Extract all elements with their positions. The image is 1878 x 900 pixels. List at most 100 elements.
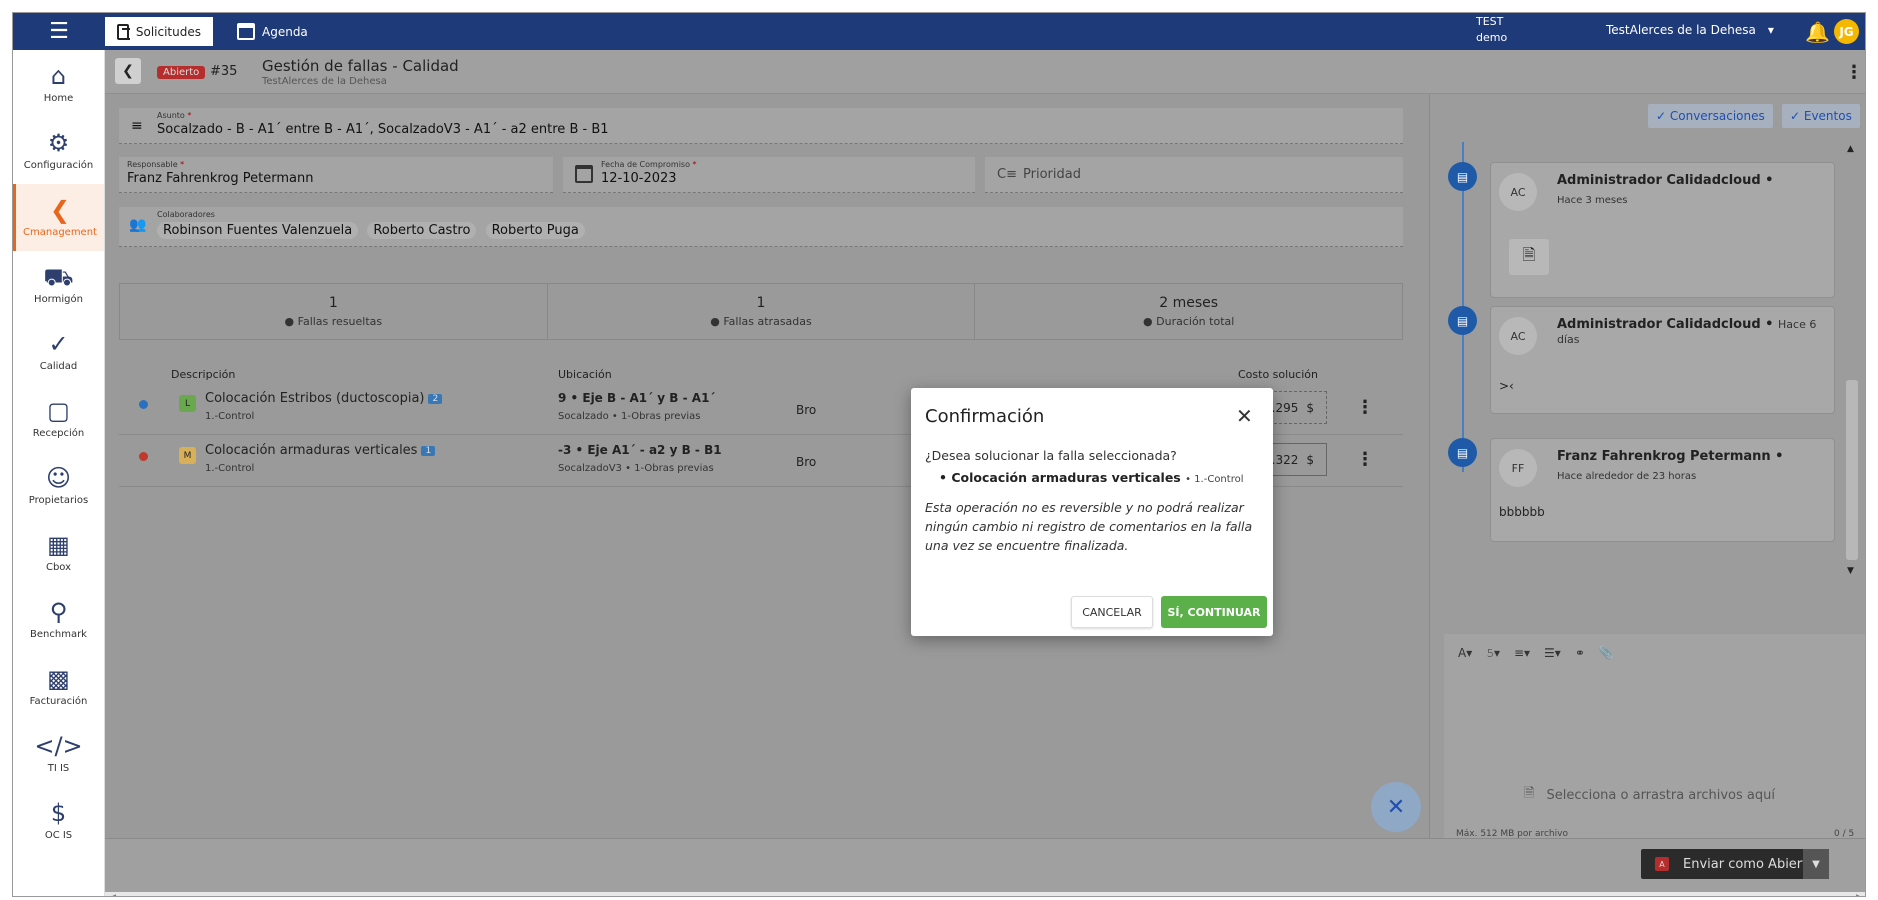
scroll-right-icon[interactable]: ▶ (1856, 893, 1863, 896)
close-fab-button[interactable]: ✕ (1371, 782, 1421, 832)
asunto-field[interactable]: ≡ Asunto * Socalzado - B - A1´ entre B -… (119, 108, 1403, 144)
cancel-button[interactable]: CANCELAR (1071, 596, 1153, 628)
panel-scrollbar[interactable]: ▲ ▼ (1844, 142, 1860, 582)
author-name: Administrador Calidadcloud (1557, 317, 1761, 332)
comment-count: 2 (428, 393, 443, 404)
colaboradores-chips: Robinson Fuentes Valenzuela Roberto Cast… (157, 222, 590, 239)
attach-icon[interactable]: 📎 (1599, 646, 1614, 661)
link-icon[interactable]: ⚭ (1575, 646, 1585, 661)
sidebar-item-propietarios[interactable]: ☺ Propietarios (13, 452, 104, 519)
sidebar-item-calidad[interactable]: ✓ Calidad (13, 318, 104, 385)
priority-badge: M (179, 447, 196, 464)
sidebar-item-hormig-n[interactable]: ⛟ Hormigón (13, 251, 104, 318)
sidebar-item-benchmark[interactable]: ⚲ Benchmark (13, 586, 104, 653)
author-name: Administrador Calidadcloud (1557, 173, 1761, 188)
sidebar-item-label: Home (43, 93, 74, 104)
fecha-value: 12-10-2023 (601, 171, 677, 186)
more-options-icon[interactable]: ⋮ (1845, 62, 1863, 83)
confirm-button[interactable]: SÍ, CONTINUAR (1161, 596, 1267, 628)
dollar-icon: $ (50, 799, 67, 827)
page-subtitle: TestAlerces de la Dehesa (262, 76, 387, 87)
avatar[interactable]: JG (1834, 19, 1859, 44)
list-icon[interactable]: ☰▾ (1544, 646, 1561, 661)
collaborator-chip[interactable]: Roberto Castro (367, 222, 477, 239)
sidebar-item-cbox[interactable]: ▦ Cbox (13, 519, 104, 586)
responsable-field[interactable]: Responsable * Franz Fahrenkrog Petermann (119, 157, 553, 193)
info-dot-icon: ● (1143, 315, 1153, 328)
send-button[interactable]: A Enviar como Abierto ▼ (1641, 849, 1829, 879)
status-dot (139, 452, 148, 461)
sidebar-item-facturaci-n[interactable]: ▩ Facturación (13, 653, 104, 720)
stat-value: 1 (756, 295, 766, 311)
row-description[interactable]: Colocación Estribos (ductoscopia) 2 (205, 391, 443, 406)
send-dropdown-chevron-icon[interactable]: ▼ (1803, 849, 1829, 879)
cbox-icon: ▦ (47, 531, 70, 559)
colaboradores-field[interactable]: 👥 Colaboradores Robinson Fuentes Valenzu… (119, 207, 1403, 247)
horizontal-scrollbar[interactable]: ◀ ▶ (105, 892, 1865, 896)
desc-text: Colocación armaduras verticales (205, 443, 418, 458)
text-color-icon[interactable]: A▾ (1458, 646, 1472, 661)
chat-bubble-icon: ▤ (1448, 438, 1477, 467)
dialog-item-name: • Colocación armaduras verticales (939, 470, 1181, 485)
row-description[interactable]: Colocación armaduras verticales 1 (205, 443, 436, 458)
align-icon[interactable]: ≡▾ (1514, 646, 1530, 661)
collaborator-chip[interactable]: Robinson Fuentes Valenzuela (157, 222, 359, 239)
tab-solicitudes-label: Solicitudes (135, 24, 201, 39)
toggle-eventos[interactable]: ✓ Eventos (1782, 104, 1860, 128)
home-icon: ⌂ (50, 62, 67, 90)
scroll-up-icon[interactable]: ▲ (1847, 144, 1854, 154)
sidebar-item-cmanagement[interactable]: ❮ Cmanagement (13, 184, 104, 251)
message-editor[interactable]: A▾ 𝟻▾ ≡▾ ☰▾ ⚭ 📎 🗎 Selecciona o arrastra … (1444, 634, 1865, 862)
editor-toolbar: A▾ 𝟻▾ ≡▾ ☰▾ ⚭ 📎 (1458, 646, 1614, 661)
status-badge: Abierto (157, 66, 206, 79)
row-ubicacion: 9 • Eje B - A1´ y B - A1´ (558, 391, 716, 405)
bell-icon[interactable]: 🔔 (1805, 20, 1830, 44)
reception-icon: ▢ (47, 397, 70, 425)
gear-icon: ⚙ (47, 129, 70, 157)
prioridad-field[interactable]: C≡ Prioridad (985, 157, 1403, 193)
dialog-item: • Colocación armaduras verticales • 1.-C… (939, 470, 1243, 485)
back-button[interactable]: ❮ (115, 58, 141, 84)
responsable-value: Franz Fahrenkrog Petermann (127, 171, 314, 186)
scroll-left-icon[interactable]: ◀ (109, 893, 116, 896)
col-header-costo[interactable]: Costo solución (1238, 368, 1318, 381)
message-author: Franz Fahrenkrog Petermann • (1557, 449, 1784, 464)
close-icon[interactable]: ✕ (1236, 404, 1253, 428)
col-header-descripcion[interactable]: Descripción (171, 368, 235, 381)
sidebar-item-oc-is[interactable]: $ OC IS (13, 787, 104, 854)
sidebar-item-ti-is[interactable]: </> TI IS (13, 720, 104, 787)
attachment-file-icon[interactable]: 🗎 (1509, 239, 1549, 275)
sidebar: ⌂ Home ⚙ Configuración ❮ Cmanagement ⛟ Hormigón… (13, 50, 105, 896)
row-truncated-text: Bro (796, 455, 817, 469)
col-header-ubicacion[interactable]: Ubicación (558, 368, 612, 381)
app-window: ☰ Solicitudes Agenda TEST demo TestAlerc… (12, 12, 1866, 897)
row-ubicacion: -3 • Eje A1´ - a2 y B - B1 (558, 443, 722, 457)
toggle-conversaciones[interactable]: ✓ Conversaciones (1648, 104, 1773, 128)
sidebar-item-configuraci-n[interactable]: ⚙ Configuración (13, 117, 104, 184)
scroll-thumb[interactable] (1846, 380, 1858, 560)
row-more-icon[interactable]: ⋮ (1356, 397, 1374, 418)
colaboradores-label: Colaboradores (157, 210, 215, 219)
font-size-icon[interactable]: 𝟻▾ (1486, 646, 1500, 661)
message-time: Hace 3 meses (1557, 195, 1628, 206)
row-subtitle: 1.-Control (205, 463, 255, 474)
collaborator-chip[interactable]: Roberto Puga (485, 222, 585, 239)
sidebar-item-home[interactable]: ⌂ Home (13, 50, 104, 117)
scroll-down-icon[interactable]: ▼ (1847, 566, 1854, 576)
hamburger-menu-icon[interactable]: ☰ (13, 13, 105, 50)
main-content: ❮ Abierto #35 Gestión de fallas - Calida… (105, 50, 1865, 896)
tab-solicitudes[interactable]: Solicitudes (105, 17, 213, 46)
stat-duration: 2 meses ● Duración total (975, 284, 1402, 339)
chat-bubble-icon: ▤ (1448, 162, 1477, 191)
calendar-icon (237, 23, 255, 40)
file-dropzone[interactable]: 🗎 Selecciona o arrastra archivos aquí (1524, 784, 1775, 806)
tab-agenda[interactable]: Agenda (225, 17, 320, 46)
prioridad-placeholder: Prioridad (1023, 167, 1081, 182)
fecha-compromiso-field[interactable]: Fecha de Compromiso * 12-10-2023 (563, 157, 975, 193)
message-body: bbbbbb (1499, 505, 1545, 519)
code-icon: </> (34, 732, 83, 760)
env-line1: TEST (1476, 15, 1504, 28)
sidebar-item-recepci-n[interactable]: ▢ Recepción (13, 385, 104, 452)
org-selector[interactable]: TestAlerces de la Dehesa ▾ (1606, 23, 1774, 37)
row-more-icon[interactable]: ⋮ (1356, 449, 1374, 470)
